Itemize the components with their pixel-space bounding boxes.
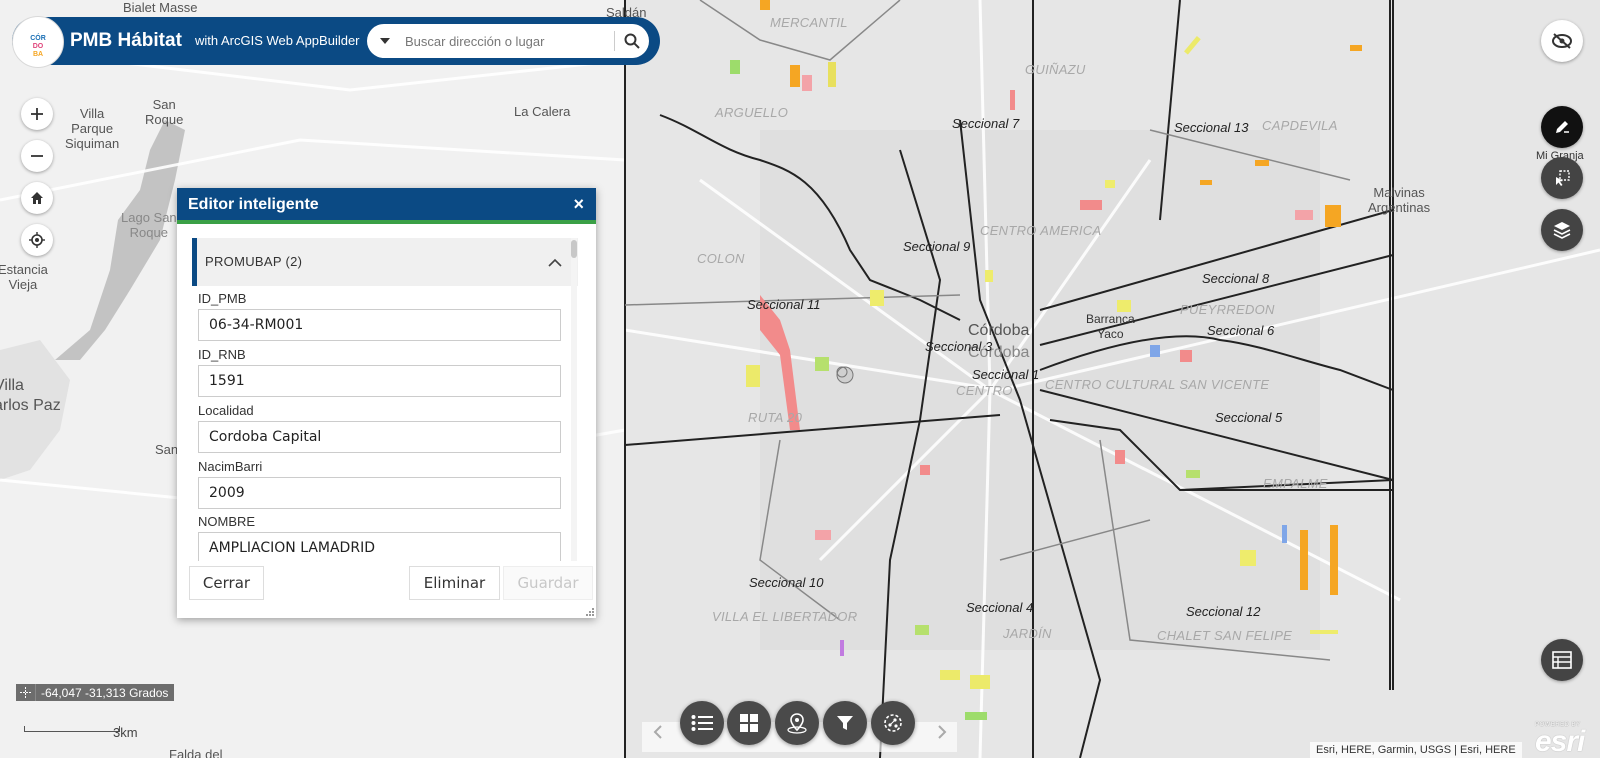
crosshair-icon[interactable] [16, 684, 36, 701]
editor-header: Editor inteligente × [177, 188, 596, 220]
my-location-button[interactable] [21, 224, 53, 256]
locate-icon [29, 232, 45, 248]
toolbar-next-icon[interactable] [937, 724, 947, 745]
filter-icon [837, 716, 853, 730]
select-icon [1556, 170, 1570, 186]
analysis-icon [884, 714, 902, 732]
editor-close-button[interactable]: × [573, 195, 584, 213]
resize-grip-icon[interactable] [584, 606, 594, 616]
layer-title: PROMUBAP (2) [205, 254, 303, 269]
field-nombre: NOMBRE [198, 514, 564, 561]
editor-accent-bar [177, 220, 596, 224]
scrollbar-thumb[interactable] [571, 240, 577, 258]
scrollbar-track[interactable] [571, 238, 577, 561]
app-subtitle: with ArcGIS Web AppBuilder [195, 33, 360, 48]
localidad-input[interactable] [198, 421, 561, 453]
table-icon [1552, 651, 1572, 669]
grid-tool-button[interactable] [727, 701, 771, 745]
field-nacimbarri: NacimBarri [198, 459, 564, 509]
esri-logo: POWERED BY esri [1535, 722, 1597, 758]
home-icon [31, 192, 43, 204]
scale-label: 3km [113, 725, 138, 740]
filter-tool-button[interactable] [823, 701, 867, 745]
minus-icon [31, 155, 43, 157]
search-input[interactable] [405, 28, 605, 54]
svg-text:DO: DO [33, 43, 44, 50]
attribute-table-button[interactable] [1541, 639, 1583, 681]
layers-icon [1553, 222, 1571, 239]
list-tool-button[interactable] [680, 701, 724, 745]
hide-eye-icon [1552, 33, 1572, 49]
editor-footer: Cerrar Eliminar Guardar [189, 566, 593, 600]
plus-icon [31, 108, 43, 120]
coordinate-text: -64,047 -31,313 Grados [41, 685, 169, 700]
editor-body: PROMUBAP (2) ID_PMB ID_RNB Localidad Nac… [192, 238, 578, 561]
id-rnb-input[interactable] [198, 365, 561, 397]
close-editor-button[interactable]: Cerrar [189, 566, 264, 600]
hide-widgets-button[interactable] [1541, 20, 1583, 62]
list-icon [691, 715, 713, 731]
caret-down-icon [380, 38, 390, 44]
edit-button[interactable] [1541, 106, 1583, 148]
field-label: NOMBRE [198, 514, 256, 529]
svg-text:BA: BA [33, 51, 43, 57]
zoom-in-button[interactable] [21, 98, 53, 130]
app-header: CÓR DO BA PMB Hábitat with ArcGIS Web Ap… [12, 16, 660, 68]
zoom-out-button[interactable] [21, 140, 53, 172]
delete-button[interactable]: Eliminar [409, 566, 500, 600]
esri-wordmark: esri [1535, 725, 1585, 758]
location-icon [787, 713, 807, 734]
home-button[interactable] [21, 182, 53, 214]
search-divider [614, 31, 615, 51]
field-label: Localidad [198, 403, 254, 418]
field-localidad: Localidad [198, 403, 564, 453]
analysis-tool-button[interactable] [871, 701, 915, 745]
search-icon [624, 33, 640, 49]
nombre-input[interactable] [198, 532, 561, 561]
svg-text:CÓR: CÓR [30, 33, 46, 42]
id-pmb-input[interactable] [198, 309, 561, 341]
search-box [367, 24, 649, 58]
app-logo: CÓR DO BA [12, 16, 64, 68]
nacimbarri-input[interactable] [198, 477, 561, 509]
select-button[interactable] [1541, 157, 1583, 199]
field-label: ID_RNB [198, 347, 246, 362]
field-label: ID_PMB [198, 291, 247, 306]
field-id-pmb: ID_PMB [198, 291, 564, 341]
field-label: NacimBarri [198, 459, 263, 474]
coordinate-readout: -64,047 -31,313 Grados [16, 684, 175, 701]
edit-pen-icon [1556, 121, 1569, 133]
chevron-up-icon[interactable] [548, 254, 562, 272]
scale-bar [24, 726, 120, 732]
map-attribution: Esri, HERE, Garmin, USGS | Esri, HERE [1310, 742, 1522, 758]
smart-editor-panel: Editor inteligente × PROMUBAP (2) ID_PMB… [177, 188, 596, 618]
search-button[interactable] [619, 29, 645, 53]
grid-icon [740, 714, 758, 732]
field-id-rnb: ID_RNB [198, 347, 564, 397]
search-source-dropdown[interactable] [373, 32, 397, 50]
save-button[interactable]: Guardar [503, 566, 593, 600]
toolbar-prev-icon[interactable] [653, 724, 663, 745]
app-title: PMB Hábitat [70, 30, 182, 51]
layer-section-header[interactable]: PROMUBAP (2) [192, 238, 578, 286]
layers-button[interactable] [1541, 209, 1583, 251]
location-tool-button[interactable] [775, 701, 819, 745]
editor-title: Editor inteligente [188, 196, 319, 213]
